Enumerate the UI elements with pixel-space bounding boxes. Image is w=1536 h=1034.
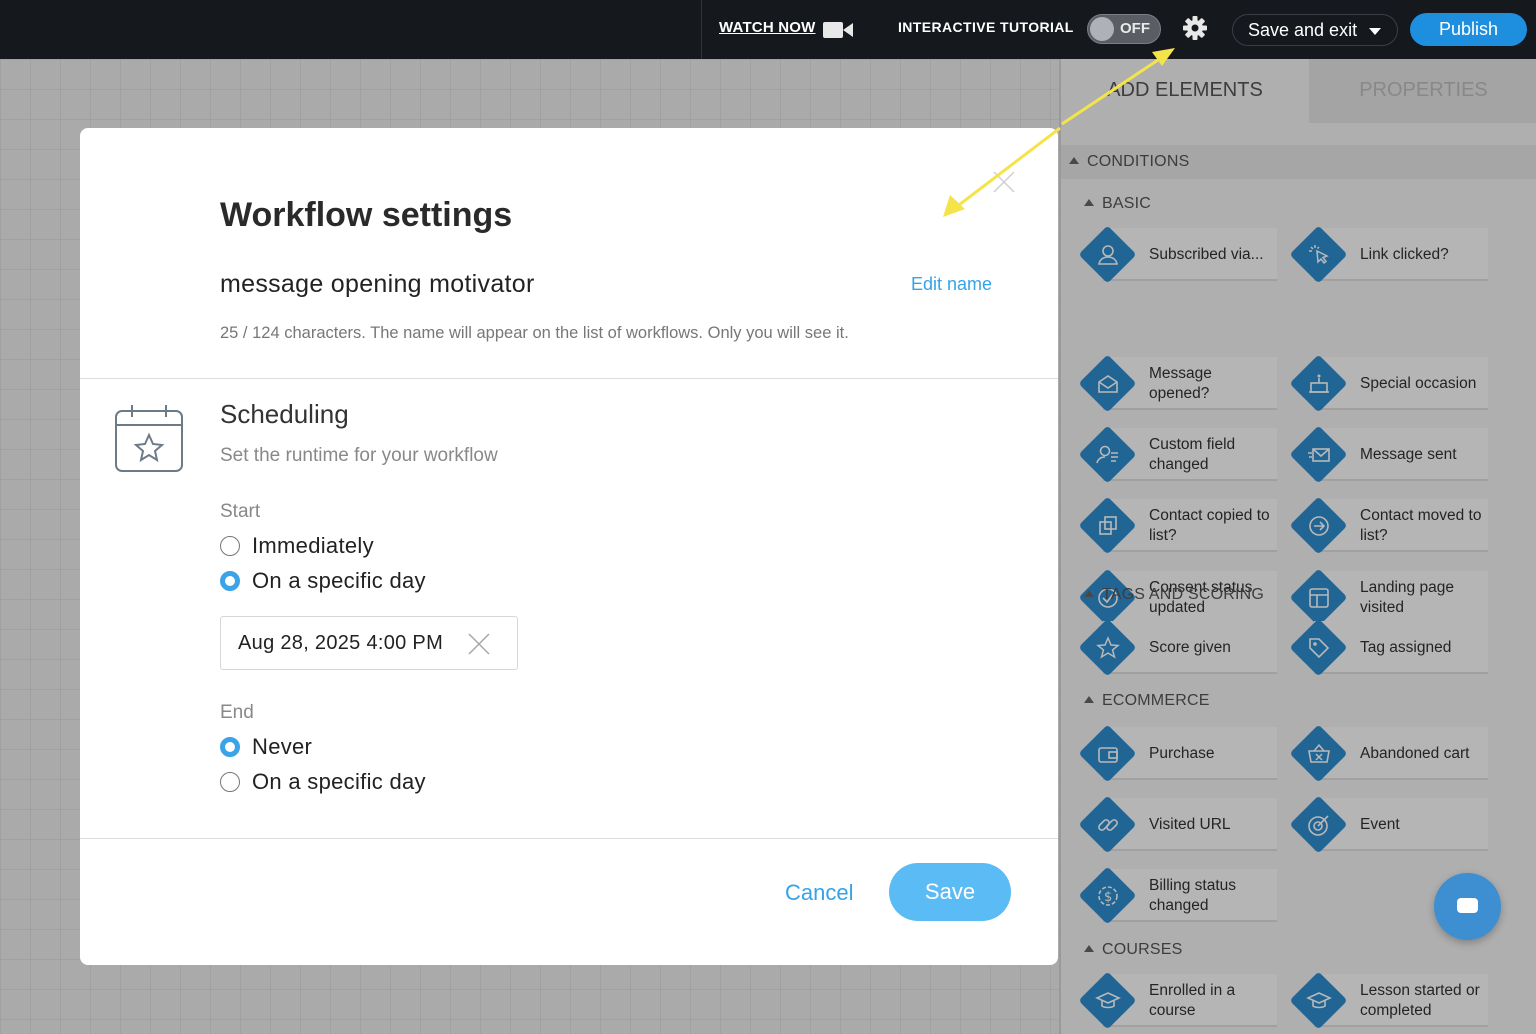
end-never-radio[interactable]: Never	[220, 734, 313, 759]
gear-icon[interactable]	[1182, 15, 1208, 41]
save-and-exit-dropdown[interactable]: Save and exit	[1232, 14, 1398, 46]
watch-now-link[interactable]: WATCH NOW	[719, 19, 816, 36]
radio-circle	[220, 772, 240, 792]
toggle-state: OFF	[1120, 20, 1150, 37]
scheduling-title: Scheduling	[220, 399, 349, 429]
save-button[interactable]: Save	[889, 863, 1011, 921]
close-icon[interactable]	[990, 168, 1018, 196]
interactive-tutorial-label: INTERACTIVE TUTORIAL	[898, 19, 1074, 35]
save-and-exit-label: Save and exit	[1248, 20, 1358, 40]
cancel-button[interactable]: Cancel	[785, 880, 853, 906]
clear-date-icon[interactable]	[467, 632, 491, 656]
divider	[701, 0, 702, 59]
workflow-settings-modal: Workflow settings message opening motiva…	[80, 128, 1058, 965]
start-specific-day-radio[interactable]: On a specific day	[220, 568, 426, 593]
radio-circle-selected	[220, 737, 240, 757]
edit-name-link[interactable]: Edit name	[911, 274, 992, 295]
radio-circle-selected	[220, 571, 240, 591]
radio-label: On a specific day	[252, 568, 426, 593]
divider	[80, 378, 1058, 379]
calendar-star-icon	[115, 405, 183, 472]
chat-bubble-icon	[1457, 898, 1478, 913]
workflow-name: message opening motivator	[220, 270, 535, 298]
name-hint: 25 / 124 characters. The name will appea…	[220, 324, 849, 342]
publish-button[interactable]: Publish	[1410, 13, 1527, 46]
start-immediately-radio[interactable]: Immediately	[220, 533, 374, 558]
chat-button[interactable]	[1434, 873, 1501, 940]
tutorial-toggle[interactable]: OFF	[1087, 14, 1161, 44]
start-label: Start	[220, 501, 261, 522]
modal-title: Workflow settings	[220, 196, 513, 234]
end-specific-day-radio[interactable]: On a specific day	[220, 769, 426, 794]
end-label: End	[220, 702, 254, 723]
radio-label: On a specific day	[252, 769, 426, 794]
start-date-value: Aug 28, 2025 4:00 PM	[238, 632, 444, 654]
radio-label: Immediately	[252, 533, 374, 558]
radio-label: Never	[252, 734, 313, 759]
video-camera-icon[interactable]	[823, 21, 853, 39]
start-date-field[interactable]: Aug 28, 2025 4:00 PM	[220, 616, 518, 670]
chevron-down-icon	[1369, 28, 1381, 35]
scheduling-subtitle: Set the runtime for your workflow	[220, 445, 498, 466]
divider	[80, 838, 1058, 839]
top-bar: WATCH NOW INTERACTIVE TUTORIAL OFF Save …	[0, 0, 1536, 59]
toggle-knob	[1090, 17, 1114, 41]
radio-circle	[220, 536, 240, 556]
